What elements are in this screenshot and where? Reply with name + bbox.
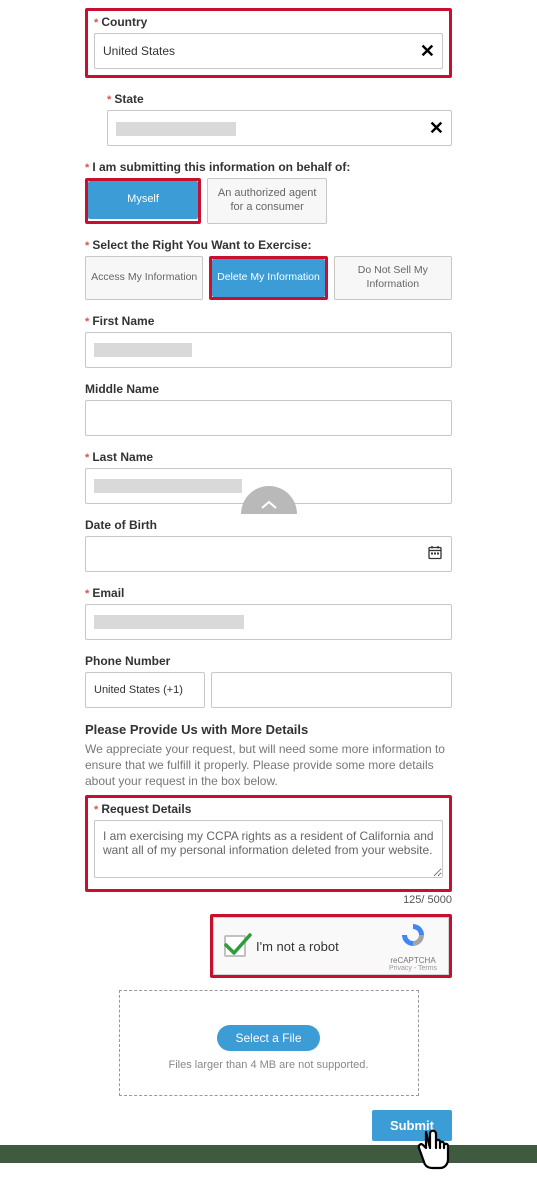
phone-number-input[interactable]	[211, 672, 452, 708]
footer-bar	[0, 1145, 537, 1163]
state-label: State	[107, 92, 452, 106]
upload-hint: Files larger than 4 MB are not supported…	[130, 1059, 408, 1071]
dob-input[interactable]	[85, 536, 452, 572]
file-upload-dropzone[interactable]: Select a File Files larger than 4 MB are…	[119, 990, 419, 1096]
country-select[interactable]: United States	[94, 33, 443, 69]
chevron-up-icon	[260, 500, 278, 510]
request-details-label: Request Details	[94, 802, 443, 816]
middle-name-input[interactable]	[85, 400, 452, 436]
email-input[interactable]	[85, 604, 452, 640]
recaptcha-logo: reCAPTCHA Privacy - Terms	[388, 921, 438, 972]
phone-country-code[interactable]: United States (+1)	[85, 672, 205, 708]
phone-label: Phone Number	[85, 654, 452, 668]
right-option-donotsell[interactable]: Do Not Sell My Information	[334, 256, 452, 300]
more-details-title: Please Provide Us with More Details	[85, 722, 452, 737]
request-details-textarea[interactable]	[94, 820, 443, 878]
char-counter: 125/ 5000	[85, 894, 452, 906]
first-name-label: First Name	[85, 314, 452, 328]
last-name-redacted	[94, 479, 242, 493]
behalf-option-myself[interactable]: Myself	[88, 181, 198, 219]
state-select[interactable]	[107, 110, 452, 146]
close-icon[interactable]: ✕	[420, 42, 435, 60]
first-name-redacted	[94, 343, 192, 357]
right-option-access[interactable]: Access My Information	[85, 256, 203, 300]
right-option-delete[interactable]: Delete My Information	[212, 259, 324, 297]
email-label: Email	[85, 586, 452, 600]
last-name-label: Last Name	[85, 450, 452, 464]
email-redacted	[94, 615, 244, 629]
recaptcha-checkbox[interactable]	[224, 935, 246, 957]
phone-code-value: United States (+1)	[94, 684, 183, 696]
country-value: United States	[103, 44, 175, 58]
more-details-help: We appreciate your request, but will nee…	[85, 741, 452, 790]
recaptcha-text: I'm not a robot	[256, 939, 388, 954]
close-icon[interactable]: ✕	[429, 119, 444, 137]
first-name-input[interactable]	[85, 332, 452, 368]
behalf-label: I am submitting this information on beha…	[85, 160, 452, 174]
state-value-redacted	[116, 122, 236, 136]
dob-label: Date of Birth	[85, 518, 452, 532]
behalf-option-agent[interactable]: An authorized agent for a consumer	[207, 178, 327, 224]
recaptcha-icon	[399, 921, 427, 949]
submit-button[interactable]: Submit	[372, 1110, 452, 1141]
country-label: Country	[94, 15, 443, 29]
check-icon	[223, 932, 253, 958]
middle-name-label: Middle Name	[85, 382, 452, 396]
recaptcha-widget[interactable]: I'm not a robot reCAPTCHA Privacy - Term…	[213, 917, 449, 975]
select-file-button[interactable]: Select a File	[217, 1025, 319, 1051]
right-label: Select the Right You Want to Exercise:	[85, 238, 452, 252]
